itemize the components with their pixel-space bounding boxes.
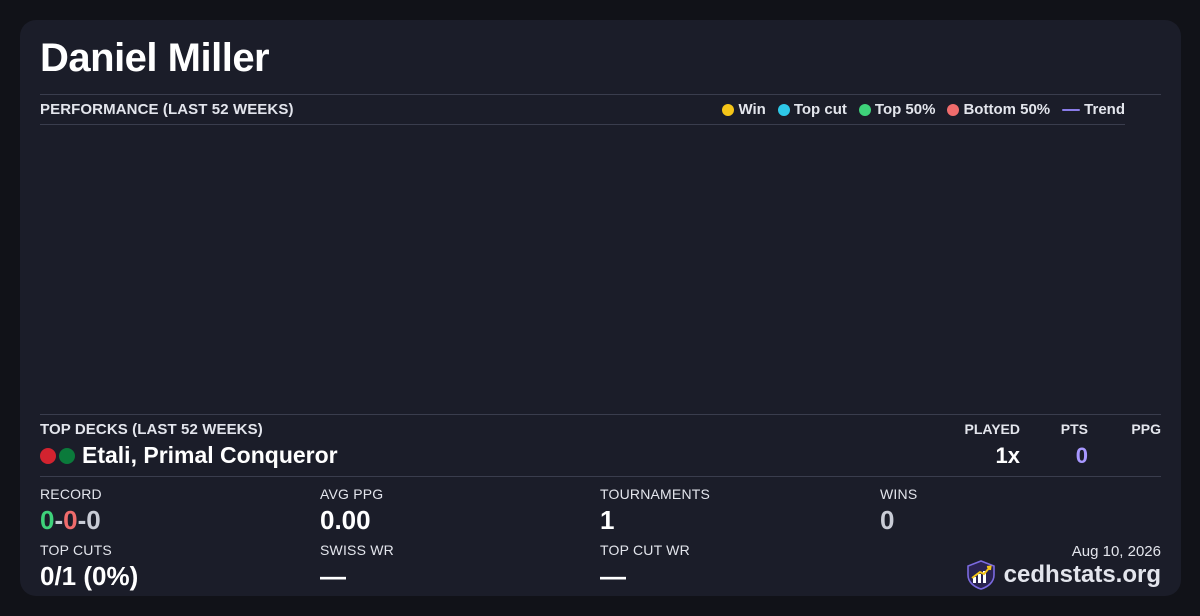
legend-item-top-cut: Top cut — [777, 101, 847, 118]
mana-green-icon — [59, 447, 75, 464]
legend-marker-win — [722, 103, 735, 116]
top-decks-divider — [40, 414, 1161, 415]
deck-pts: 0 — [1075, 443, 1088, 468]
avg-ppg-value: 0.00 — [320, 505, 371, 535]
performance-legend: Win Top cut Top 50% Bottom 50% Trend — [722, 101, 1125, 118]
legend-label-top-cut: Top cut — [793, 101, 847, 118]
legend-label-bottom-50: Bottom 50% — [963, 101, 1051, 118]
legend-item-bottom-50: Bottom 50% — [947, 101, 1050, 118]
record-sep-2: - — [77, 505, 87, 535]
brand-name: cedhstats.org — [1003, 561, 1161, 588]
performance-chart — [40, 125, 1125, 414]
tournaments-label: TOURNAMENTS — [600, 486, 711, 502]
record-losses: 0 — [63, 505, 78, 535]
legend-marker-top-50 — [858, 103, 871, 116]
wins-value: 0 — [880, 505, 895, 535]
swiss-wr-value: — — [320, 561, 346, 591]
played-header: PLAYED — [964, 421, 1020, 437]
deck-row[interactable]: Etali, Primal Conqueror — [40, 442, 338, 469]
pts-header: PTS — [1060, 421, 1088, 437]
legend-item-win: Win — [722, 101, 766, 118]
legend-item-top-50: Top 50% — [858, 101, 936, 118]
chart-shield-icon — [966, 560, 995, 590]
performance-top-divider — [40, 94, 1161, 95]
record-value: 0-0-0 — [40, 505, 101, 536]
wins-label: WINS — [880, 486, 918, 502]
tournaments-value: 1 — [600, 505, 615, 535]
stats-divider — [40, 476, 1161, 477]
top-cut-wr-value: — — [600, 561, 626, 591]
legend-marker-trend — [1062, 108, 1081, 111]
record-draws: 0 — [86, 505, 101, 535]
record-label: RECORD — [40, 486, 102, 502]
top-cuts-label: TOP CUTS — [40, 542, 112, 558]
top-cuts-value: 0/1 (0%) — [40, 561, 139, 591]
legend-marker-top-cut — [777, 103, 790, 116]
player-card: Daniel Miller PERFORMANCE (LAST 52 WEEKS… — [20, 20, 1181, 596]
performance-title: PERFORMANCE (LAST 52 WEEKS) — [40, 101, 294, 118]
legend-label-trend: Trend — [1084, 101, 1125, 118]
deck-played: 1x — [995, 443, 1020, 468]
ppg-header: PPG — [1131, 421, 1161, 437]
mana-red-icon — [40, 447, 56, 464]
player-name: Daniel Miller — [40, 36, 270, 80]
legend-label-top-50: Top 50% — [874, 101, 936, 118]
top-decks-title: TOP DECKS (LAST 52 WEEKS) — [40, 421, 263, 438]
top-cut-wr-label: TOP CUT WR — [600, 542, 690, 558]
deck-name: Etali, Primal Conqueror — [82, 442, 338, 468]
record-sep-1: - — [54, 505, 64, 535]
brand[interactable]: cedhstats.org — [966, 560, 1161, 590]
swiss-wr-label: SWISS WR — [320, 542, 394, 558]
legend-label-win: Win — [738, 101, 766, 118]
avg-ppg-label: AVG PPG — [320, 486, 384, 502]
snapshot-date: Aug 10, 2026 — [1071, 543, 1161, 560]
legend-marker-bottom-50 — [947, 103, 960, 116]
record-wins: 0 — [40, 505, 55, 535]
legend-item-trend: Trend — [1062, 101, 1125, 118]
